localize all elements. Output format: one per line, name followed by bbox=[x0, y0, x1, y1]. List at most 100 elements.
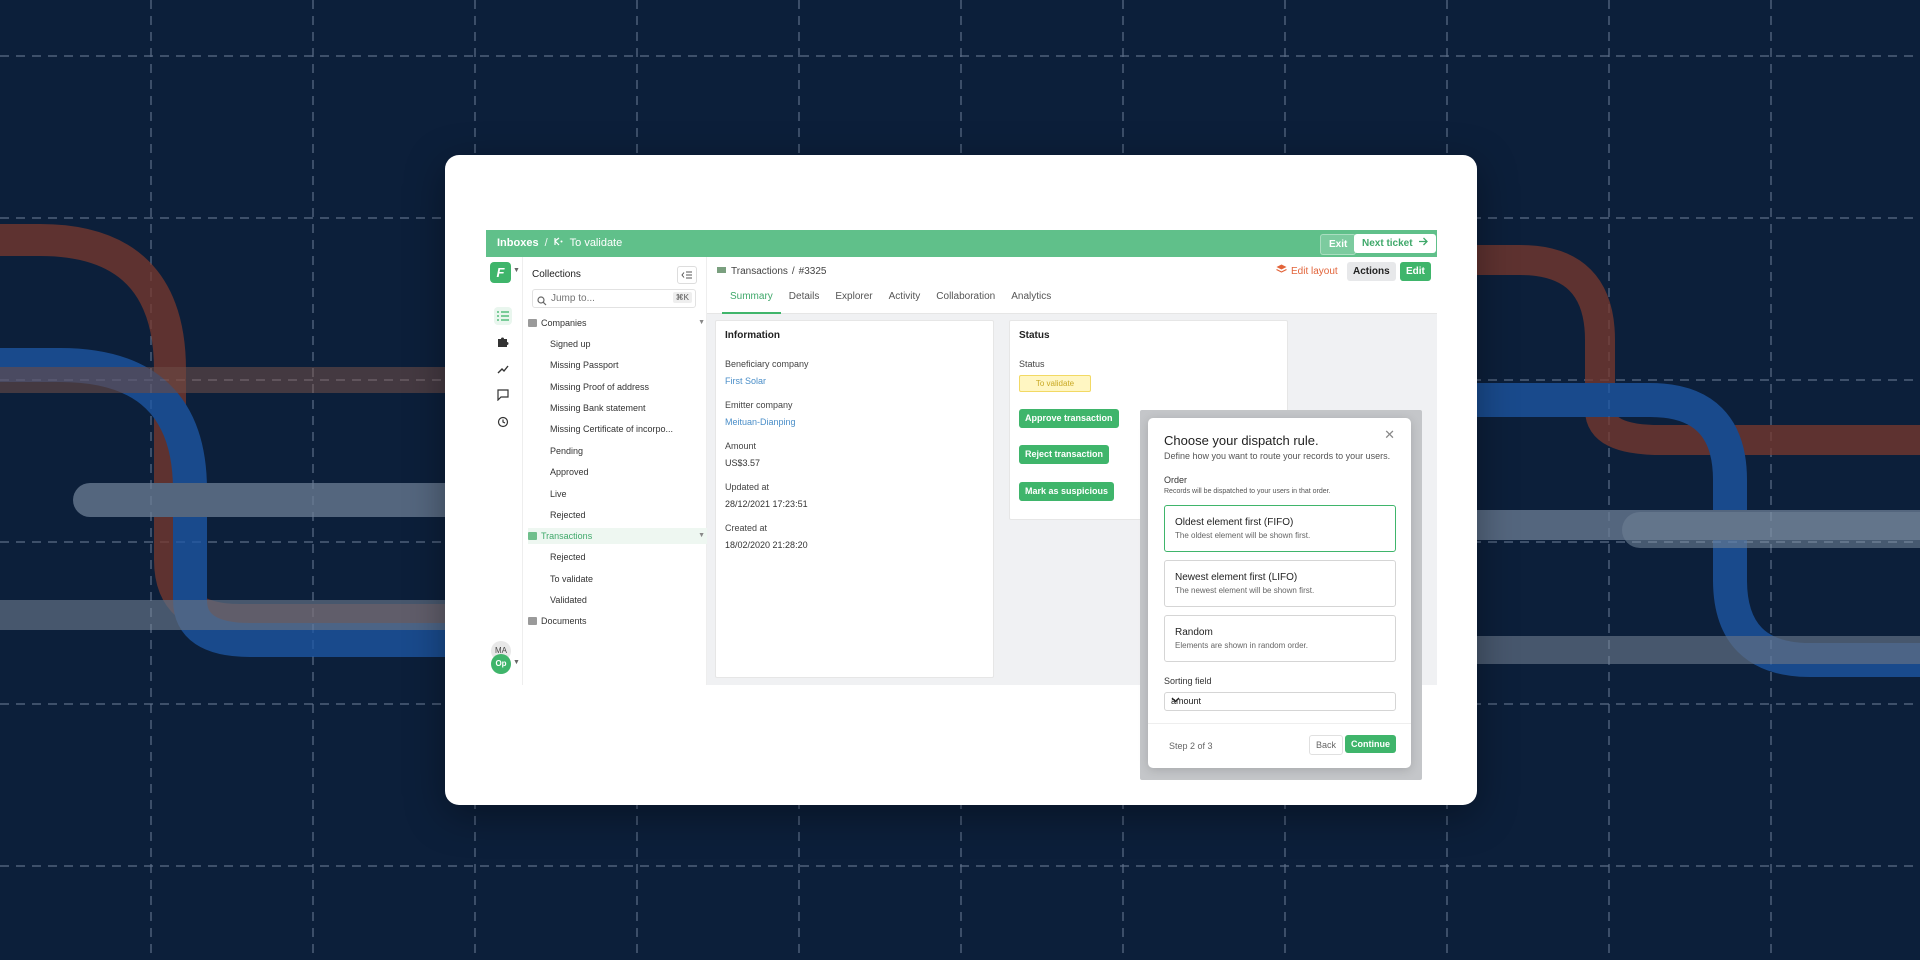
tab-activity[interactable]: Activity bbox=[881, 290, 929, 312]
top-bar: Inboxes / To validate Exit Next ticket bbox=[486, 230, 1437, 257]
back-button[interactable]: Back bbox=[1309, 735, 1344, 755]
jump-to-search[interactable]: ⌘K bbox=[532, 289, 696, 308]
amount-value: US$3.57 bbox=[725, 458, 761, 468]
shortcut-badge: ⌘K bbox=[672, 292, 692, 303]
chat-icon[interactable] bbox=[494, 386, 512, 404]
sidebar-item-label: Transactions bbox=[541, 531, 593, 541]
close-icon[interactable]: ✕ bbox=[1384, 427, 1395, 443]
approve-transaction-button[interactable]: Approve transaction bbox=[1019, 409, 1119, 428]
folder-icon bbox=[528, 319, 537, 327]
continue-button[interactable]: Continue bbox=[1345, 735, 1396, 753]
option-random[interactable]: Random Elements are shown in random orde… bbox=[1164, 615, 1396, 662]
option-description: The newest element will be shown first. bbox=[1175, 586, 1315, 595]
tab-details[interactable]: Details bbox=[781, 290, 828, 312]
sidebar-item-transactions[interactable]: Transactions ▼ bbox=[528, 528, 713, 544]
workspace-avatar[interactable]: Op bbox=[491, 654, 511, 674]
option-fifo[interactable]: Oldest element first (FIFO) The oldest e… bbox=[1164, 505, 1396, 552]
updated-at-value: 28/12/2021 17:23:51 bbox=[725, 499, 808, 509]
sidebar-item-pending[interactable]: Pending bbox=[550, 443, 583, 459]
modal-subtitle: Define how you want to route your record… bbox=[1164, 451, 1391, 461]
mark-as-suspicious-button[interactable]: Mark as suspicious bbox=[1019, 482, 1115, 501]
sidebar-item-label: Documents bbox=[541, 616, 587, 626]
sidebar-item-missing-passport[interactable]: Missing Passport bbox=[550, 357, 619, 373]
actions-button[interactable]: Actions bbox=[1347, 262, 1396, 281]
record-id: #3325 bbox=[798, 266, 827, 277]
field-label: Beneficiary company bbox=[725, 359, 809, 369]
collections-sidebar: Collections ⌘K Companies ▼ Signed up Mis… bbox=[523, 257, 713, 685]
collection-icon bbox=[717, 266, 727, 277]
sidebar-item-missing-bank-statement[interactable]: Missing Bank statement bbox=[550, 400, 646, 416]
option-description: The oldest element will be shown first. bbox=[1175, 531, 1311, 540]
beneficiary-company-link[interactable]: First Solar bbox=[725, 376, 766, 386]
puzzle-icon[interactable] bbox=[494, 333, 512, 351]
status-badge: To validate bbox=[1019, 375, 1091, 392]
field-label: Created at bbox=[725, 523, 768, 533]
app-logo[interactable]: F bbox=[490, 262, 511, 283]
chevron-down-icon[interactable]: ▼ bbox=[698, 315, 705, 331]
sorting-field-label: Sorting field bbox=[1164, 676, 1212, 686]
emitter-company-link[interactable]: Meituan-Dianping bbox=[725, 417, 796, 427]
chevron-down-icon bbox=[1171, 695, 1387, 706]
record-collection-link[interactable]: Transactions bbox=[731, 266, 788, 277]
layers-icon bbox=[1276, 262, 1287, 281]
field-label: Amount bbox=[725, 441, 757, 451]
breadcrumb-separator: / bbox=[544, 237, 548, 249]
history-icon[interactable] bbox=[494, 413, 512, 431]
sidebar-title: Collections bbox=[532, 269, 581, 280]
edit-layout-button[interactable]: Edit layout bbox=[1270, 262, 1344, 281]
sidebar-item-rejected[interactable]: Rejected bbox=[550, 507, 586, 523]
tab-analytics[interactable]: Analytics bbox=[1003, 290, 1059, 312]
breadcrumb-to-validate[interactable]: To validate bbox=[570, 237, 623, 249]
sidebar-item-documents[interactable]: Documents bbox=[528, 613, 713, 629]
divider bbox=[1148, 723, 1411, 724]
next-ticket-label: Next ticket bbox=[1362, 238, 1413, 249]
tab-collaboration[interactable]: Collaboration bbox=[928, 290, 1003, 312]
sorting-field-select[interactable]: amount bbox=[1164, 692, 1396, 711]
record-breadcrumb-separator: / bbox=[791, 266, 795, 277]
option-lifo[interactable]: Newest element first (LIFO) The newest e… bbox=[1164, 560, 1396, 607]
inbox-icon bbox=[554, 237, 564, 249]
panel-title: Information bbox=[725, 330, 780, 341]
order-label: Order bbox=[1164, 475, 1188, 485]
folder-icon bbox=[528, 532, 537, 540]
step-indicator: Step 2 of 3 bbox=[1169, 741, 1213, 751]
sidebar-item-approved[interactable]: Approved bbox=[550, 464, 589, 480]
sidebar-item-signed-up[interactable]: Signed up bbox=[550, 336, 591, 352]
jump-to-input[interactable] bbox=[551, 291, 661, 305]
panel-title: Status bbox=[1019, 330, 1050, 341]
collapse-icon[interactable] bbox=[677, 266, 697, 284]
created-at-value: 18/02/2020 21:28:20 bbox=[725, 540, 808, 550]
sidebar-item-transactions-to-validate[interactable]: To validate bbox=[550, 571, 593, 587]
sidebar-item-companies[interactable]: Companies ▼ bbox=[528, 315, 713, 331]
exit-button[interactable]: Exit bbox=[1320, 234, 1357, 255]
icon-rail: F ▼ MA Op ▼ bbox=[486, 257, 523, 685]
reject-transaction-button[interactable]: Reject transaction bbox=[1019, 445, 1110, 464]
trend-icon[interactable] bbox=[494, 360, 512, 378]
sidebar-item-label: Companies bbox=[541, 318, 587, 328]
search-icon bbox=[537, 293, 547, 311]
list-icon[interactable] bbox=[494, 307, 512, 325]
sidebar-item-transactions-validated[interactable]: Validated bbox=[550, 592, 587, 608]
tab-summary[interactable]: Summary bbox=[722, 290, 781, 314]
sidebar-item-transactions-rejected[interactable]: Rejected bbox=[550, 549, 586, 565]
option-description: Elements are shown in random order. bbox=[1175, 641, 1308, 650]
chevron-down-icon[interactable]: ▼ bbox=[698, 528, 705, 544]
document-icon bbox=[528, 617, 537, 625]
breadcrumb-inboxes[interactable]: Inboxes bbox=[497, 237, 539, 249]
sidebar-item-live[interactable]: Live bbox=[550, 486, 567, 502]
dispatch-rule-modal: ✕ Choose your dispatch rule. Define how … bbox=[1148, 418, 1411, 768]
arrow-right-icon bbox=[1418, 234, 1428, 253]
chevron-down-icon[interactable]: ▼ bbox=[513, 267, 520, 274]
next-ticket-button[interactable]: Next ticket bbox=[1354, 234, 1436, 253]
order-hint: Records will be dispatched to your users… bbox=[1164, 488, 1331, 495]
record-tabs: Summary Details Explorer Activity Collab… bbox=[722, 290, 1059, 314]
edit-layout-label: Edit layout bbox=[1291, 266, 1338, 277]
option-title: Newest element first (LIFO) bbox=[1175, 572, 1298, 583]
sidebar-item-missing-proof-of-address[interactable]: Missing Proof of address bbox=[550, 379, 649, 395]
information-panel: Information Beneficiary company First So… bbox=[715, 320, 994, 678]
edit-button[interactable]: Edit bbox=[1400, 262, 1431, 281]
tab-explorer[interactable]: Explorer bbox=[827, 290, 880, 312]
field-label: Status bbox=[1019, 359, 1045, 369]
sidebar-item-missing-certificate[interactable]: Missing Certificate of incorpo... bbox=[550, 421, 673, 437]
chevron-down-icon[interactable]: ▼ bbox=[513, 659, 520, 666]
